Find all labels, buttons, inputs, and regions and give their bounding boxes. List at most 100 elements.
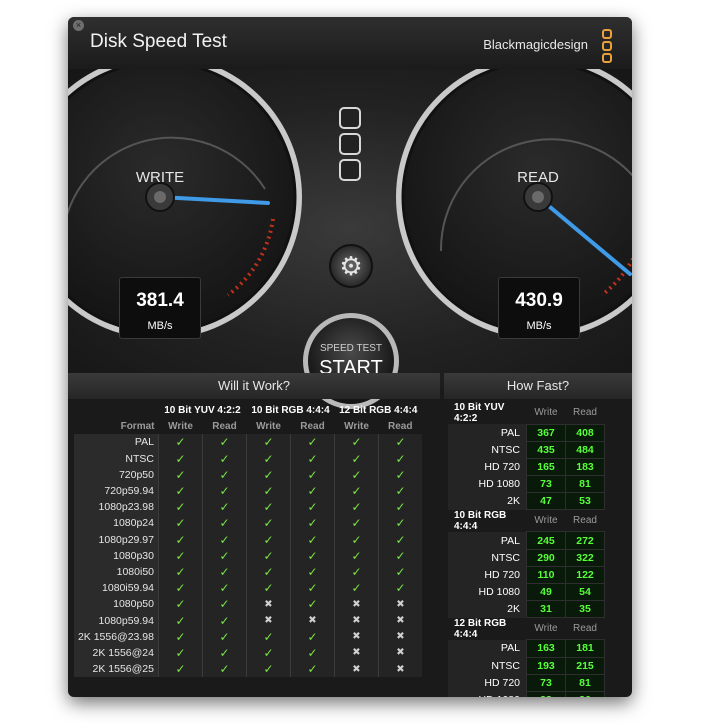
check-icon: ✓ (202, 563, 247, 581)
write-fps-value: 47 (526, 492, 566, 511)
group-header: 12 Bit RGB 4:4:4 (339, 404, 418, 416)
check-icon: ✓ (158, 596, 203, 613)
check-icon: ✓ (290, 547, 335, 564)
format-label: HD 1080 (448, 583, 527, 601)
check-icon: ✓ (158, 547, 203, 564)
check-icon: ✓ (334, 434, 379, 451)
table-row: 2K 47 53 (448, 492, 605, 511)
format-label: NTSC (448, 441, 527, 459)
check-icon: ✓ (158, 661, 203, 678)
check-icon: ✓ (158, 515, 203, 532)
check-icon: ✓ (202, 596, 247, 613)
check-icon: ✓ (290, 466, 335, 483)
will-it-work-table: 10 Bit YUV 4:2:2 10 Bit RGB 4:4:4 12 Bit… (74, 402, 422, 678)
mode-button-1[interactable] (339, 107, 361, 129)
check-icon: ✓ (246, 644, 291, 661)
read-speed-unit: MB/s (526, 320, 552, 332)
mode-button-3[interactable] (339, 159, 361, 181)
format-label: 1080p29.97 (74, 531, 159, 548)
check-icon: ✓ (202, 482, 247, 500)
table-row: 2K 1556@25 ✓ ✓ ✓ ✓ ✖ ✖ (74, 661, 422, 678)
table-row: 1080p23.98 ✓ ✓ ✓ ✓ ✓ ✓ (74, 499, 422, 516)
check-icon: ✓ (158, 612, 203, 629)
blackmagic-logo-icon (602, 29, 612, 65)
format-label: PAL (74, 434, 159, 451)
sub-header: Write (256, 420, 281, 432)
check-icon: ✓ (290, 434, 335, 451)
check-icon: ✓ (246, 531, 291, 548)
write-fps-value: 245 (526, 531, 566, 550)
read-fps-value: 81 (565, 673, 605, 692)
cross-icon: ✖ (378, 661, 422, 678)
cross-icon: ✖ (378, 612, 422, 629)
write-speed-value: 381.4 (136, 290, 184, 311)
gauge-panel: WRITE READ ⚙ 381.4 MB/s 430.9 MB/s SPEED… (68, 69, 632, 409)
table-row: 720p50 ✓ ✓ ✓ ✓ ✓ ✓ (74, 466, 422, 483)
check-icon: ✓ (246, 482, 291, 500)
close-icon[interactable]: × (73, 20, 84, 31)
table-row: HD 720 73 81 (448, 673, 605, 692)
table-row: 2K 1556@24 ✓ ✓ ✓ ✓ ✖ ✖ (74, 644, 422, 661)
check-icon: ✓ (290, 628, 335, 645)
read-fps-value: 215 (565, 656, 605, 675)
check-icon: ✓ (158, 531, 203, 548)
check-icon: ✓ (202, 612, 247, 629)
check-icon: ✓ (246, 628, 291, 645)
table-row: HD 1080 73 81 (448, 475, 605, 494)
table-row: PAL 367 408 (448, 423, 605, 442)
check-icon: ✓ (290, 644, 335, 661)
check-icon: ✓ (290, 596, 335, 613)
check-icon: ✓ (246, 434, 291, 451)
check-icon: ✓ (158, 499, 203, 516)
title-bar[interactable]: × Disk Speed Test Blackmagicdesign (68, 17, 632, 70)
check-icon: ✓ (202, 580, 247, 597)
table-row: HD 720 110 122 (448, 565, 605, 585)
format-label: HD 720 (448, 566, 527, 584)
check-icon: ✓ (158, 628, 203, 645)
settings-gear-icon[interactable]: ⚙ (329, 244, 373, 288)
format-label: HD 720 (448, 458, 527, 476)
sub-header: Write (168, 420, 193, 432)
format-label: 1080p30 (74, 547, 159, 564)
format-label: 1080p24 (74, 515, 159, 532)
check-icon: ✓ (202, 499, 247, 516)
table-row: NTSC 290 322 (448, 548, 605, 567)
table-row: 2K 31 35 (448, 600, 605, 619)
check-icon: ✓ (378, 580, 422, 597)
group-name: 10 Bit RGB 4:4:4 (454, 509, 507, 532)
write-fps-value: 165 (526, 457, 566, 477)
group-header-row: 10 Bit RGB 4:4:4 Write Read (448, 510, 605, 532)
format-label: NTSC (74, 450, 159, 467)
check-icon: ✓ (290, 450, 335, 467)
table-row: HD 1080 49 54 (448, 582, 605, 602)
check-icon: ✓ (334, 547, 379, 564)
table-row: PAL ✓ ✓ ✓ ✓ ✓ ✓ (74, 434, 422, 451)
check-icon: ✓ (202, 434, 247, 451)
mode-button-2[interactable] (339, 133, 361, 155)
check-icon: ✓ (378, 547, 422, 564)
check-icon: ✓ (246, 499, 291, 516)
will-it-work-title: Will it Work? (68, 373, 440, 399)
check-icon: ✓ (290, 482, 335, 500)
check-icon: ✓ (158, 466, 203, 483)
check-icon: ✓ (158, 450, 203, 467)
read-column-header: Read (573, 623, 597, 635)
write-fps-value: 193 (526, 656, 566, 675)
write-column-header: Write (534, 407, 558, 419)
format-label: 720p59.94 (74, 482, 159, 500)
check-icon: ✓ (378, 434, 422, 451)
check-icon: ✓ (246, 515, 291, 532)
check-icon: ✓ (290, 531, 335, 548)
check-icon: ✓ (378, 499, 422, 516)
check-icon: ✓ (202, 644, 247, 661)
check-icon: ✓ (158, 580, 203, 597)
group-header: 10 Bit YUV 4:2:2 (164, 404, 241, 416)
check-icon: ✓ (246, 547, 291, 564)
write-fps-value: 435 (526, 440, 566, 459)
check-icon: ✓ (378, 515, 422, 532)
cross-icon: ✖ (334, 612, 379, 629)
read-readout: 430.9 MB/s (498, 277, 580, 339)
check-icon: ✓ (334, 499, 379, 516)
check-icon: ✓ (290, 499, 335, 516)
format-label: 1080i59.94 (74, 580, 159, 597)
